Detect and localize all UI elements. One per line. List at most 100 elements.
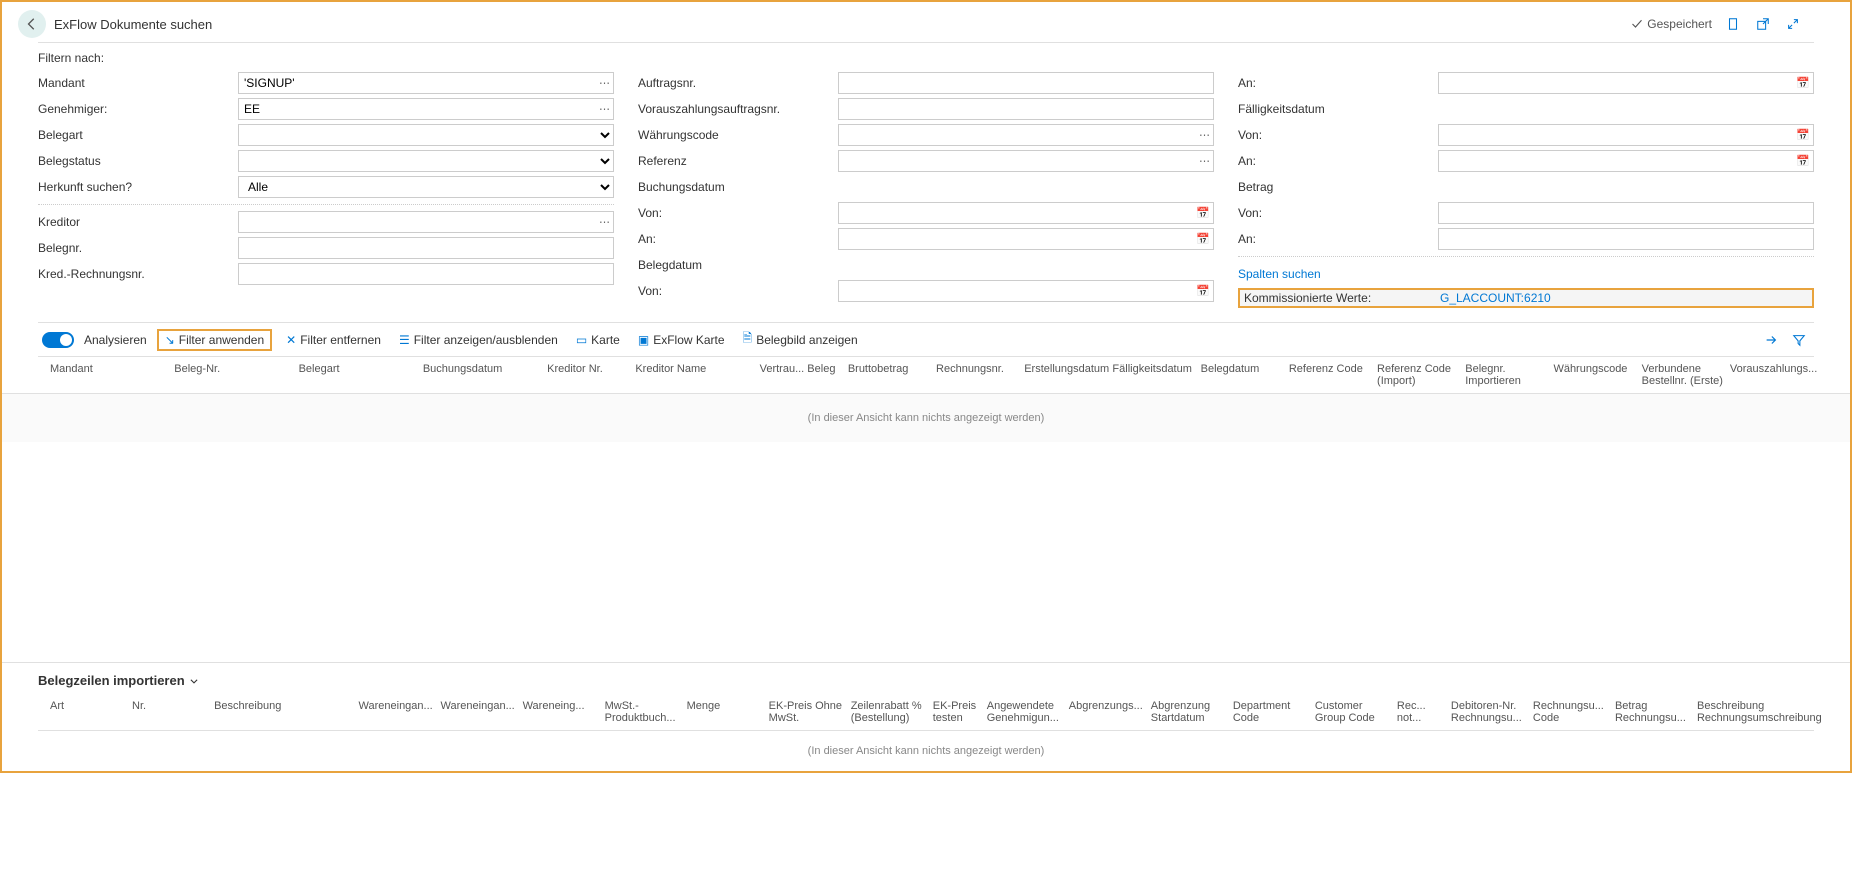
belegart-label: Belegart (38, 128, 238, 142)
popout-icon[interactable] (1754, 15, 1772, 33)
col-referenz[interactable]: Referenz Code (1289, 363, 1373, 387)
kred-rechnungsnr-label: Kred.-Rechnungsnr. (38, 267, 238, 281)
dcol-debitoren[interactable]: Debitoren-Nr. Rechnungsu... (1451, 700, 1529, 724)
col-faelligkeit[interactable]: Fälligkeitsdatum (1112, 363, 1196, 387)
betrag-von-label: Von: (1238, 206, 1438, 220)
vorauszahlung-label: Vorauszahlungsauftragsnr. (638, 102, 838, 116)
buchung-an-input[interactable] (838, 228, 1214, 250)
dcol-menge[interactable]: Menge (687, 700, 765, 724)
checkmark-icon (1631, 18, 1643, 30)
col-kreditornr[interactable]: Kreditor Nr. (547, 363, 631, 387)
buchung-an-label: An: (638, 232, 838, 246)
waehrung-input[interactable] (838, 124, 1214, 146)
table-empty-message: (In dieser Ansicht kann nichts angezeigt… (2, 394, 1850, 442)
beleg-von-input[interactable] (838, 280, 1214, 302)
dcol-we3[interactable]: Wareneing... (523, 700, 601, 724)
filter-pane-icon[interactable] (1790, 331, 1808, 349)
faellig-an-label: An: (1238, 154, 1438, 168)
mandant-input[interactable] (238, 72, 614, 94)
table-header-row: Mandant Beleg-Nr. Belegart Buchungsdatum… (2, 357, 1850, 394)
dcol-abgrenzung[interactable]: Abgrenzungs... (1069, 700, 1147, 724)
bookmark-icon[interactable] (1724, 15, 1742, 33)
kommissionierte-werte-row: Kommissionierte Werte: G_LACCOUNT:6210 (1238, 288, 1814, 308)
vorauszahlung-input[interactable] (838, 98, 1214, 120)
col-rechnungsnr[interactable]: Rechnungsnr. (936, 363, 1020, 387)
col-referenz-import[interactable]: Referenz Code (Import) (1377, 363, 1461, 387)
buchung-von-input[interactable] (838, 202, 1214, 224)
dcol-abgrenzung-start[interactable]: Abgrenzung Startdatum (1151, 700, 1229, 724)
belegbild-button[interactable]: 🗎 Belegbild anzeigen (739, 327, 862, 352)
filter-section: Filtern nach: Mandant ⋯ Genehmiger: ⋯ Be… (2, 43, 1850, 312)
belegstatus-select[interactable] (238, 150, 614, 172)
analyze-toggle[interactable] (42, 332, 74, 348)
betrag-an-input[interactable] (1438, 228, 1814, 250)
exflow-karte-button[interactable]: ▣ ExFlow Karte (634, 331, 729, 349)
col-buchungsdatum[interactable]: Buchungsdatum (423, 363, 543, 387)
beleg-an-input[interactable] (1438, 72, 1814, 94)
dcol-betrag-rechnungsu[interactable]: Betrag Rechnungsu... (1615, 700, 1693, 724)
dcol-rechnungsu-code[interactable]: Rechnungsu... Code (1533, 700, 1611, 724)
beleg-von-label: Von: (638, 284, 838, 298)
dcol-we2[interactable]: Wareneingan... (441, 700, 519, 724)
auftragsnr-input[interactable] (838, 72, 1214, 94)
dcol-genehmigung[interactable]: Angewendete Genehmigun... (987, 700, 1065, 724)
dcol-zeilenrabatt[interactable]: Zeilenrabatt % (Bestellung) (851, 700, 929, 724)
dcol-rec[interactable]: Rec... not... (1397, 700, 1447, 724)
dcol-we1[interactable]: Wareneingan... (359, 700, 437, 724)
filter-section-label: Filtern nach: (38, 51, 1814, 65)
belegart-select[interactable] (238, 124, 614, 146)
apply-icon: ↘ (165, 333, 175, 347)
buchung-von-label: Von: (638, 206, 838, 220)
komm-werte-value[interactable]: G_LACCOUNT:6210 (1440, 291, 1551, 305)
kred-rechnungsnr-input[interactable] (238, 263, 614, 285)
waehrung-label: Währungscode (638, 128, 838, 142)
col-mandant[interactable]: Mandant (50, 363, 170, 387)
dcol-beschr-rechnungsu[interactable]: Beschreibung Rechnungsumschreibung (1697, 700, 1814, 724)
col-bestellnr[interactable]: Verbundene Bestellnr. (Erste) (1642, 363, 1726, 387)
referenz-input[interactable] (838, 150, 1214, 172)
col-vorauszahlung[interactable]: Vorauszahlungs... (1730, 363, 1814, 387)
faellig-von-input[interactable] (1438, 124, 1814, 146)
genehmiger-input[interactable] (238, 98, 614, 120)
dcol-beschreibung[interactable]: Beschreibung (214, 700, 354, 724)
col-belegdatum[interactable]: Belegdatum (1201, 363, 1285, 387)
col-waehrung[interactable]: Währungscode (1553, 363, 1637, 387)
dcol-ekpreis[interactable]: EK-Preis Ohne MwSt. (769, 700, 847, 724)
page-header: ExFlow Dokumente suchen Gespeichert (38, 2, 1814, 43)
back-button[interactable] (18, 10, 46, 38)
detail-title-label: Belegzeilen importieren (38, 673, 185, 688)
filter-anwenden-button[interactable]: ↘ Filter anwenden (157, 329, 272, 351)
dcol-department[interactable]: Department Code (1233, 700, 1311, 724)
detail-section: Belegzeilen importieren Art Nr. Beschrei… (2, 662, 1850, 771)
col-belegnr[interactable]: Beleg-Nr. (174, 363, 294, 387)
karte-button[interactable]: ▭ Karte (572, 331, 624, 349)
col-erstellung[interactable]: Erstellungsdatum (1024, 363, 1108, 387)
filter-entfernen-button[interactable]: ✕ Filter entfernen (282, 331, 385, 349)
filter-anzeigen-button[interactable]: ☰ Filter anzeigen/ausblenden (395, 331, 562, 349)
spalten-suchen-link[interactable]: Spalten suchen (1238, 267, 1438, 281)
karte-label: Karte (591, 333, 620, 347)
page-title: ExFlow Dokumente suchen (54, 17, 212, 32)
detail-empty-message: (In dieser Ansicht kann nichts angezeigt… (38, 731, 1814, 771)
share-icon[interactable] (1762, 331, 1780, 349)
col-belegnr-import[interactable]: Belegnr. Importieren (1465, 363, 1549, 387)
herkunft-select[interactable]: Alle (238, 176, 614, 198)
detail-section-toggle[interactable]: Belegzeilen importieren (38, 673, 1814, 696)
belegnr-input[interactable] (238, 237, 614, 259)
col-kreditorname[interactable]: Kreditor Name (635, 363, 755, 387)
analysieren-label: Analysieren (84, 333, 147, 347)
dcol-customer-group[interactable]: Customer Group Code (1315, 700, 1393, 724)
col-belegart[interactable]: Belegart (299, 363, 419, 387)
col-brutto[interactable]: Bruttobetrag (848, 363, 932, 387)
belegnr-label: Belegnr. (38, 241, 238, 255)
col-vertrau[interactable]: Vertrau... Beleg (760, 363, 844, 387)
dcol-ekpreis-test[interactable]: EK-Preis testen (933, 700, 983, 724)
dcol-nr[interactable]: Nr. (132, 700, 210, 724)
komm-werte-label: Kommissionierte Werte: (1244, 291, 1440, 305)
betrag-von-input[interactable] (1438, 202, 1814, 224)
collapse-icon[interactable] (1784, 15, 1802, 33)
dcol-art[interactable]: Art (50, 700, 128, 724)
kreditor-input[interactable] (238, 211, 614, 233)
dcol-mwst[interactable]: MwSt.-Produktbuch... (605, 700, 683, 724)
faellig-an-input[interactable] (1438, 150, 1814, 172)
